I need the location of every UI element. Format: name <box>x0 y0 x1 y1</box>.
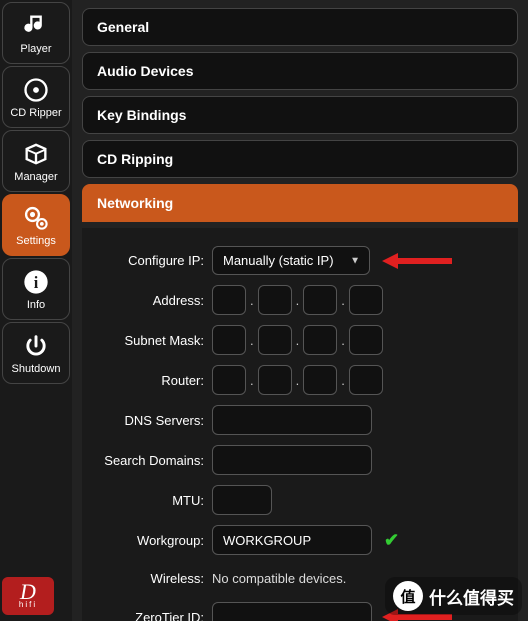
subnet-oct-2[interactable] <box>258 325 292 355</box>
label-zerotier: ZeroTier ID: <box>92 610 204 621</box>
zerotier-input[interactable] <box>212 602 372 621</box>
subnet-oct-1[interactable] <box>212 325 246 355</box>
annotation-arrow-icon <box>382 252 452 270</box>
sidebar-item-info[interactable]: i Info <box>2 258 70 320</box>
hifi-logo: D hifi <box>2 577 54 615</box>
dns-input[interactable] <box>212 405 372 435</box>
section-networking[interactable]: Networking <box>82 184 518 222</box>
router-oct-1[interactable] <box>212 365 246 395</box>
configure-ip-select[interactable]: Manually (static IP) <box>212 246 370 275</box>
subnet-oct-3[interactable] <box>303 325 337 355</box>
sidebar-label: Manager <box>14 171 57 183</box>
sidebar-item-manager[interactable]: Manager <box>2 130 70 192</box>
search-domains-input[interactable] <box>212 445 372 475</box>
watermark: 值 什么值得买 <box>385 577 522 615</box>
subnet-octets: . . . <box>212 325 383 355</box>
address-oct-2[interactable] <box>258 285 292 315</box>
router-octets: . . . <box>212 365 383 395</box>
label-router: Router: <box>92 373 204 388</box>
label-mtu: MTU: <box>92 493 204 508</box>
address-oct-1[interactable] <box>212 285 246 315</box>
sidebar-item-player[interactable]: Player <box>2 2 70 64</box>
main-panel: General Audio Devices Key Bindings CD Ri… <box>72 0 528 621</box>
section-general[interactable]: General <box>82 8 518 46</box>
section-key-bindings[interactable]: Key Bindings <box>82 96 518 134</box>
label-search-domains: Search Domains: <box>92 453 204 468</box>
address-octets: . . . <box>212 285 383 315</box>
sidebar-label: Settings <box>16 235 56 247</box>
gears-icon <box>22 204 50 232</box>
workgroup-input[interactable] <box>212 525 372 555</box>
router-oct-3[interactable] <box>303 365 337 395</box>
checkmark-icon: ✔ <box>380 530 399 551</box>
sidebar-item-cdripper[interactable]: CD Ripper <box>2 66 70 128</box>
disc-icon <box>22 76 50 104</box>
router-oct-4[interactable] <box>349 365 383 395</box>
label-subnet: Subnet Mask: <box>92 333 204 348</box>
address-oct-3[interactable] <box>303 285 337 315</box>
box-icon <box>22 140 50 168</box>
label-dns: DNS Servers: <box>92 413 204 428</box>
sidebar-label: Info <box>27 299 45 311</box>
router-oct-2[interactable] <box>258 365 292 395</box>
label-address: Address: <box>92 293 204 308</box>
music-note-icon <box>22 12 50 40</box>
sidebar-label: CD Ripper <box>10 107 61 119</box>
mtu-input[interactable] <box>212 485 272 515</box>
sidebar: Player CD Ripper Manager Settings i Info… <box>0 0 72 621</box>
subnet-oct-4[interactable] <box>349 325 383 355</box>
sidebar-item-shutdown[interactable]: Shutdown <box>2 322 70 384</box>
power-icon <box>22 332 50 360</box>
sidebar-item-settings[interactable]: Settings <box>2 194 70 256</box>
label-configure-ip: Configure IP: <box>92 253 204 268</box>
sidebar-label: Player <box>20 43 51 55</box>
sidebar-label: Shutdown <box>12 363 61 375</box>
address-oct-4[interactable] <box>349 285 383 315</box>
watermark-badge: 值 <box>393 581 423 611</box>
section-audio-devices[interactable]: Audio Devices <box>82 52 518 90</box>
section-cd-ripping[interactable]: CD Ripping <box>82 140 518 178</box>
wireless-status: No compatible devices. <box>212 565 346 592</box>
watermark-text: 什么值得买 <box>429 584 514 609</box>
networking-body: Configure IP: Manually (static IP) Addre… <box>82 228 518 621</box>
svg-text:i: i <box>34 272 39 291</box>
label-wireless: Wireless: <box>92 571 204 586</box>
label-workgroup: Workgroup: <box>92 533 204 548</box>
info-icon: i <box>22 268 50 296</box>
